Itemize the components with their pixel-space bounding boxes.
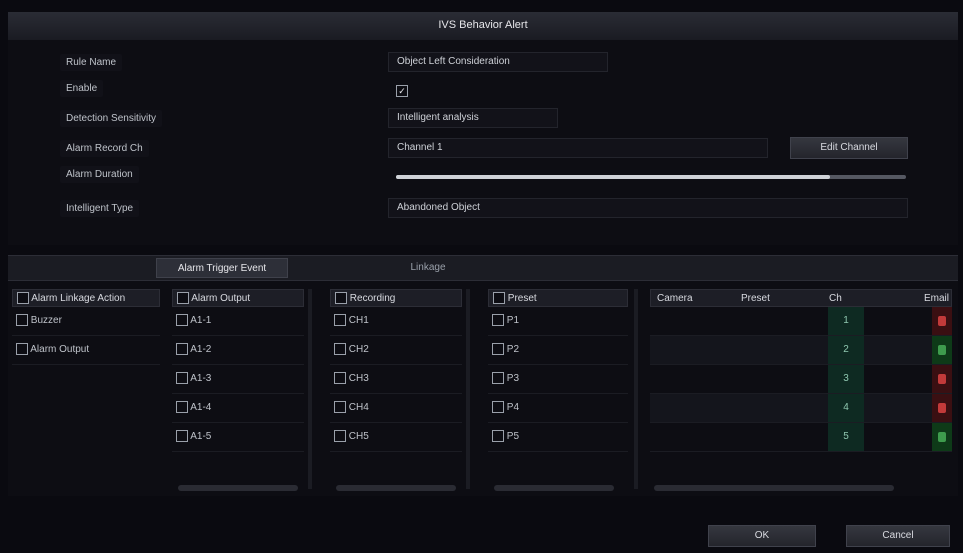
table-row[interactable]: 1 — [650, 307, 952, 336]
col-head-preset: Preset — [488, 289, 628, 307]
list-item[interactable]: A1-3 — [172, 365, 304, 394]
col-preset-scrollbar[interactable] — [634, 289, 638, 489]
alert-icon — [938, 374, 946, 384]
list-item[interactable]: CH4 — [330, 394, 462, 423]
ch-cell: 2 — [828, 336, 864, 364]
horizontal-scrollbar[interactable] — [494, 485, 614, 491]
tab-linkage[interactable]: Linkage — [388, 258, 468, 278]
col-recording: Recording CH1 CH2 CH3 CH4 CH5 — [330, 289, 462, 489]
tab-blank[interactable] — [16, 258, 146, 278]
col-alarm-output: Alarm Output A1-1 A1-2 A1-3 A1-4 A1-5 — [172, 289, 304, 489]
th-camera: Camera — [657, 293, 693, 304]
alert-icon — [938, 345, 946, 355]
intelligent-type-select[interactable]: Abandoned Object — [388, 198, 908, 218]
tab-alarm-trigger[interactable]: Alarm Trigger Event — [156, 258, 288, 278]
list-item[interactable]: P1 — [488, 307, 628, 336]
th-ch: Ch — [829, 293, 842, 304]
col-head-alarm-output: Alarm Output — [172, 289, 304, 307]
title-bar: IVS Behavior Alert — [8, 12, 958, 41]
window-title: IVS Behavior Alert — [438, 19, 528, 31]
ch-cell: 1 — [828, 307, 864, 335]
col-alarm-linkage: Alarm Linkage Action Buzzer Alarm Output — [12, 289, 160, 489]
horizontal-scrollbar[interactable] — [178, 485, 298, 491]
list-item[interactable]: A1-2 — [172, 336, 304, 365]
list-item[interactable]: Buzzer — [12, 307, 160, 336]
list-item[interactable]: P2 — [488, 336, 628, 365]
tab-bar: Alarm Trigger Event Linkage — [8, 255, 958, 281]
record-ch-select[interactable]: Channel 1 — [388, 138, 768, 158]
table-row[interactable]: 4 — [650, 394, 952, 423]
ch-cell: 5 — [828, 423, 864, 451]
list-item[interactable]: CH5 — [330, 423, 462, 452]
table-row[interactable]: 2 — [650, 336, 952, 365]
list-item[interactable]: P4 — [488, 394, 628, 423]
ok-button[interactable]: OK — [708, 525, 816, 547]
ch-cell: 3 — [828, 365, 864, 393]
list-item[interactable]: CH3 — [330, 365, 462, 394]
table-row[interactable]: 3 — [650, 365, 952, 394]
list-item[interactable]: A1-4 — [172, 394, 304, 423]
enable-checkbox[interactable] — [396, 82, 408, 100]
intelligent-type-label: Intelligent Type — [60, 200, 140, 217]
alert-icon — [938, 316, 946, 326]
list-item[interactable]: P5 — [488, 423, 628, 452]
rule-name-input[interactable]: Object Left Consideration — [388, 52, 608, 72]
col-recording-scrollbar[interactable] — [466, 289, 470, 489]
list-item[interactable]: P3 — [488, 365, 628, 394]
list-item[interactable]: Alarm Output — [12, 336, 160, 365]
rule-name-label: Rule Name — [60, 54, 123, 71]
alarm-duration-fill — [396, 175, 830, 179]
preset-table: Camera Preset Ch Email 1 2 3 4 5 — [650, 289, 952, 452]
email-toggle[interactable] — [932, 394, 952, 422]
footer-bar: OK Cancel — [8, 522, 958, 550]
horizontal-scrollbar[interactable] — [654, 485, 894, 491]
alert-icon — [938, 432, 946, 442]
alarm-duration-label: Alarm Duration — [60, 166, 139, 183]
settings-form: Rule Name Object Left Consideration Enab… — [8, 40, 958, 245]
th-preset: Preset — [741, 293, 770, 304]
sensitivity-label: Detection Sensitivity — [60, 110, 163, 127]
sensitivity-field[interactable]: Intelligent analysis — [388, 108, 558, 128]
table-header: Camera Preset Ch Email — [650, 289, 952, 307]
ch-cell: 4 — [828, 394, 864, 422]
col-head-recording: Recording — [330, 289, 462, 307]
email-toggle[interactable] — [932, 307, 952, 335]
cancel-button[interactable]: Cancel — [846, 525, 950, 547]
edit-channel-button[interactable]: Edit Channel — [790, 137, 908, 159]
alert-icon — [938, 403, 946, 413]
email-toggle[interactable] — [932, 423, 952, 451]
list-item[interactable]: CH2 — [330, 336, 462, 365]
table-row[interactable]: 5 — [650, 423, 952, 452]
list-item[interactable]: CH1 — [330, 307, 462, 336]
list-item[interactable]: A1-1 — [172, 307, 304, 336]
linkage-grid: Alarm Linkage Action Buzzer Alarm Output… — [8, 281, 958, 496]
enable-label: Enable — [60, 80, 104, 97]
col-alarm-output-scrollbar[interactable] — [308, 289, 312, 489]
horizontal-scrollbar[interactable] — [336, 485, 456, 491]
col-head-alarm-linkage: Alarm Linkage Action — [12, 289, 160, 307]
email-toggle[interactable] — [932, 365, 952, 393]
col-preset: Preset P1 P2 P3 P4 P5 — [488, 289, 628, 489]
email-toggle[interactable] — [932, 336, 952, 364]
list-item[interactable]: A1-5 — [172, 423, 304, 452]
record-ch-label: Alarm Record Ch — [60, 140, 149, 157]
th-email: Email — [923, 293, 949, 304]
